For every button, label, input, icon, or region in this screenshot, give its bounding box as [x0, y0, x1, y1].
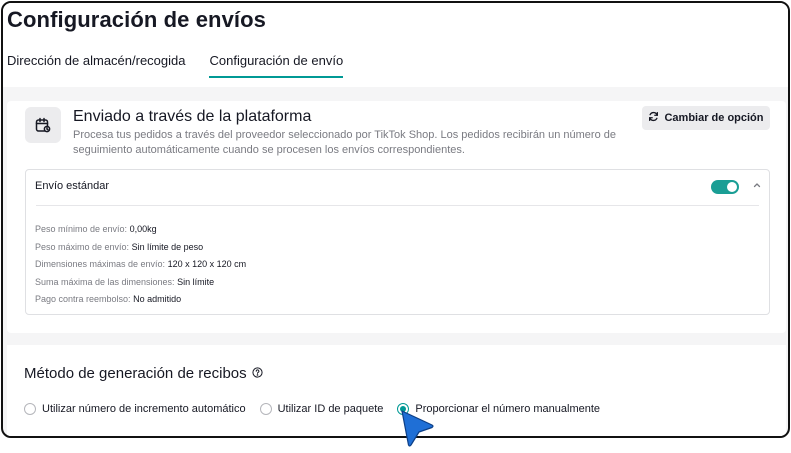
mouse-pointer-icon	[399, 408, 435, 448]
spec-value: No admitido	[133, 294, 182, 304]
spec-label: Peso mínimo de envío:	[35, 224, 128, 234]
change-option-button[interactable]: Cambiar de opción	[642, 106, 770, 130]
radio-label: Utilizar ID de paquete	[277, 403, 384, 415]
spec-row: Pago contra reembolso: No admitido	[35, 291, 246, 309]
refresh-icon	[648, 111, 659, 125]
standard-shipping-title: Envío estándar	[35, 180, 109, 192]
spec-row: Dimensiones máximas de envío: 120 x 120 …	[35, 256, 246, 274]
shipping-method-card: Enviado a través de la plataforma Proces…	[7, 101, 786, 333]
spec-label: Pago contra reembolso:	[35, 294, 131, 304]
tab-shipping-settings[interactable]: Configuración de envío	[209, 53, 344, 78]
spec-value: 120 x 120 x 120 cm	[167, 259, 247, 269]
spec-value: 0,00kg	[129, 224, 157, 234]
receipt-method-heading: Método de generación de recibos	[24, 365, 263, 382]
change-option-label: Cambiar de opción	[664, 112, 764, 124]
spec-value: Sin límite	[177, 276, 215, 287]
radio-auto-increment[interactable]: Utilizar número de incremento automático	[24, 403, 246, 415]
tab-bar: Dirección de almacén/recogida Configurac…	[7, 53, 344, 78]
shipping-method-title: Enviado a través de la plataforma	[73, 108, 312, 125]
spec-row: Peso mínimo de envío: 0,00kg	[35, 221, 246, 239]
receipt-method-section: Método de generación de recibos Utilizar…	[7, 345, 786, 436]
standard-shipping-toggle[interactable]	[711, 180, 739, 194]
spec-label: Suma máxima de las dimensiones:	[35, 276, 175, 287]
radio-label: Utilizar número de incremento automático	[42, 403, 246, 415]
tab-warehouse-address[interactable]: Dirección de almacén/recogida	[7, 53, 185, 78]
help-circle-icon[interactable]	[252, 365, 263, 382]
toggle-knob	[727, 182, 737, 192]
chevron-up-icon[interactable]	[750, 178, 764, 192]
standard-shipping-header: Envío estándar	[35, 170, 761, 206]
receipt-method-title: Método de generación de recibos	[24, 365, 247, 382]
page-title: Configuración de envíos	[7, 7, 266, 32]
app-window: Configuración de envíos Dirección de alm…	[1, 1, 790, 438]
shipping-specs-list: Peso mínimo de envío: 0,00kg Peso máximo…	[35, 221, 246, 309]
receipt-method-options: Utilizar número de incremento automático…	[24, 403, 600, 415]
spec-row: Suma máxima de las dimensiones: Sin lími…	[35, 274, 246, 292]
radio-package-id[interactable]: Utilizar ID de paquete	[259, 403, 384, 415]
shipping-method-description: Procesa tus pedidos a través del proveed…	[73, 129, 616, 156]
spec-label: Peso máximo de envío:	[35, 241, 130, 252]
spec-label: Dimensiones máximas de envío:	[35, 259, 166, 269]
radio-button[interactable]	[259, 403, 272, 415]
radio-button[interactable]	[24, 403, 36, 415]
radio-label: Proporcionar el número manualmente	[415, 403, 601, 415]
spec-row: Peso máximo de envío: Sin límite de peso	[35, 239, 246, 257]
top-bar: Configuración de envíos Dirección de alm…	[3, 3, 788, 87]
shipping-box-icon	[25, 107, 61, 143]
spec-value: Sin límite de peso	[131, 241, 204, 252]
standard-shipping-panel: Envío estándar Peso mínimo de envío: 0,0…	[25, 169, 770, 315]
